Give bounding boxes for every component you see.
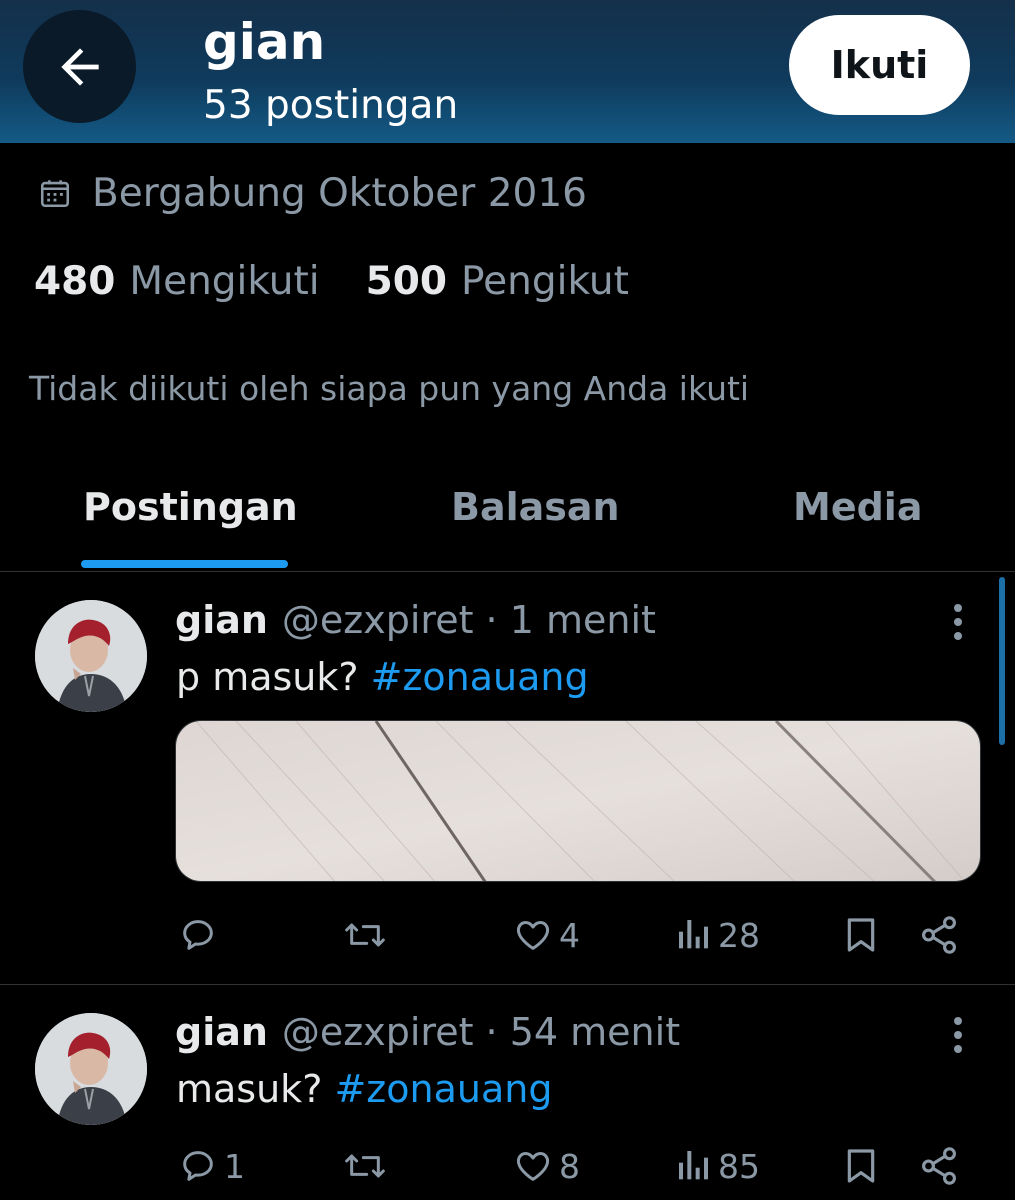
reply-button[interactable]: 1 [178, 1141, 245, 1191]
heart-icon [516, 1152, 550, 1181]
back-button[interactable] [23, 10, 136, 123]
following-count: 480 [34, 258, 116, 304]
calendar-icon [40, 180, 70, 208]
reply-count: 1 [224, 1146, 245, 1186]
bookmark-icon [847, 1149, 875, 1183]
share-button[interactable] [918, 910, 960, 960]
arrow-left-icon [60, 47, 99, 86]
bookmark-button[interactable] [843, 910, 879, 960]
followers-link[interactable]: 500 Pengikut [366, 259, 629, 304]
profile-header: gian 53 postingan Ikuti [0, 0, 1015, 143]
avatar-image [35, 600, 147, 712]
reply-button[interactable] [178, 910, 224, 960]
profile-tabs: Postingan Balasan Media [0, 470, 1015, 572]
avatar[interactable] [35, 1013, 147, 1125]
profile-name: gian [203, 13, 326, 71]
post-header: gian @ezxpiret · 54 menit [175, 1007, 680, 1057]
repost-icon [345, 1154, 385, 1178]
post-count: 53 postingan [203, 83, 459, 128]
repost-icon [345, 923, 385, 947]
joined-label: Bergabung Oktober 2016 [92, 170, 587, 216]
follow-stats: 480 Mengikuti 500 Pengikut [34, 253, 629, 309]
followed-by-note: Tidak diikuti oleh siapa pun yang Anda i… [29, 369, 750, 408]
more-options-button[interactable] [940, 1010, 976, 1060]
reply-icon [183, 1151, 213, 1181]
tab-posts[interactable]: Postingan [83, 482, 298, 532]
avatar[interactable] [35, 600, 147, 712]
post-body: masuk? [176, 1067, 335, 1111]
post-body: p masuk? [176, 655, 371, 699]
post-author-handle[interactable]: @ezxpiret · 1 menit [282, 598, 656, 642]
post-header: gian @ezxpiret · 1 menit [175, 595, 656, 645]
tab-media[interactable]: Media [793, 482, 922, 532]
share-icon [922, 1147, 956, 1185]
post-author-name[interactable]: gian [175, 1010, 268, 1054]
more-options-button[interactable] [940, 597, 976, 647]
joined-date: Bergabung Oktober 2016 [38, 166, 587, 220]
bookmark-button[interactable] [843, 1141, 879, 1191]
views-icon [679, 920, 708, 949]
reply-icon [183, 920, 213, 950]
post-author-name[interactable]: gian [175, 598, 268, 642]
post-image[interactable] [175, 720, 981, 882]
post-text: masuk? #zonauang [176, 1064, 552, 1114]
more-vertical-icon [954, 604, 962, 640]
share-button[interactable] [918, 1141, 960, 1191]
active-tab-indicator [81, 560, 288, 568]
following-label: Mengikuti [129, 258, 320, 304]
hashtag-link[interactable]: #zonauang [371, 655, 589, 699]
views-button[interactable]: 85 [676, 1141, 760, 1191]
views-count: 85 [718, 1146, 760, 1186]
views-button[interactable]: 28 [676, 910, 760, 960]
repost-button[interactable] [343, 1141, 393, 1191]
heart-icon [516, 921, 550, 950]
follow-button[interactable]: Ikuti [789, 15, 970, 115]
post-divider [0, 984, 1015, 985]
tab-replies[interactable]: Balasan [451, 482, 620, 532]
scrollbar-thumb[interactable] [999, 577, 1005, 745]
following-link[interactable]: 480 Mengikuti [34, 259, 320, 304]
bookmark-icon [847, 918, 875, 952]
like-count: 8 [559, 1146, 580, 1186]
followers-count: 500 [365, 258, 448, 304]
hashtag-link[interactable]: #zonauang [334, 1067, 552, 1111]
like-button[interactable]: 8 [513, 1141, 580, 1191]
like-count: 4 [559, 915, 580, 955]
more-vertical-icon [954, 1017, 962, 1053]
post-author-handle[interactable]: @ezxpiret · 54 menit [282, 1010, 680, 1054]
avatar-image [35, 1013, 147, 1125]
wood-floor-image [176, 721, 980, 881]
followers-label: Pengikut [461, 258, 629, 304]
views-icon [679, 1151, 708, 1180]
repost-button[interactable] [343, 910, 393, 960]
like-button[interactable]: 4 [513, 910, 580, 960]
post-text: p masuk? #zonauang [176, 652, 589, 702]
share-icon [922, 916, 956, 954]
views-count: 28 [718, 915, 760, 955]
profile-page: gian 53 postingan Ikuti Bergabung Oktobe… [0, 0, 1015, 1200]
